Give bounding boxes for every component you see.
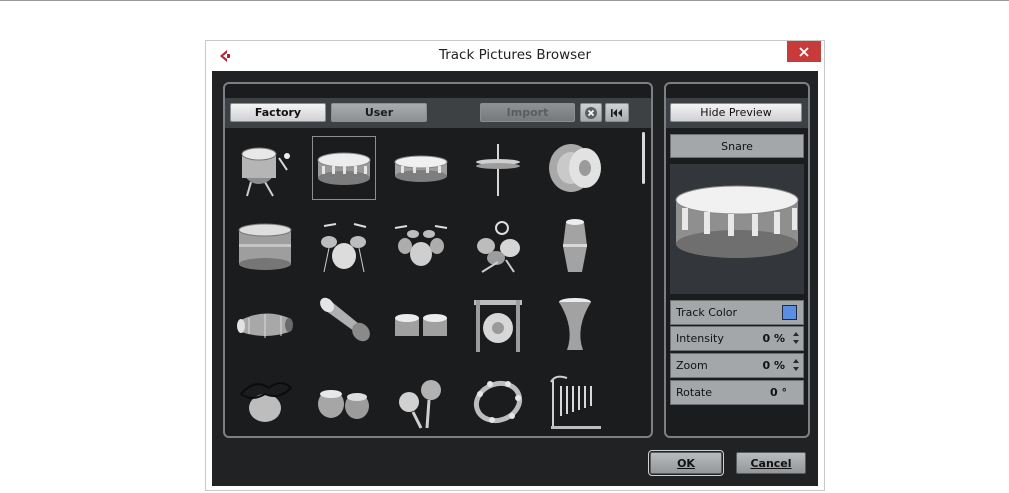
- picture-item[interactable]: [543, 214, 607, 278]
- zoom-value[interactable]: 0 %: [762, 359, 785, 372]
- zoom-row[interactable]: Zoom 0 %: [670, 353, 804, 378]
- large-drum-kit-icon: [394, 225, 448, 266]
- grid-scrollbar-thumb[interactable]: [642, 132, 645, 184]
- picture-item[interactable]: [389, 292, 453, 356]
- intensity-value[interactable]: 0 %: [762, 332, 785, 345]
- gong-icon: [474, 300, 522, 352]
- picture-item[interactable]: [543, 136, 607, 200]
- electronic-kit-icon: [477, 221, 520, 273]
- preview-image: [670, 164, 804, 294]
- track-color-swatch[interactable]: [782, 305, 797, 320]
- preview-panel: Hide Preview Snare Track Color Intensity…: [664, 82, 810, 438]
- title-bar: Track Pictures Browser: [206, 41, 824, 71]
- maracas-icon: [399, 380, 441, 429]
- tabla-drum-icon: [237, 313, 293, 338]
- close-icon: [799, 46, 809, 57]
- preview-toolbar: Hide Preview: [666, 98, 808, 128]
- zoom-spin-icon[interactable]: [792, 357, 800, 373]
- ok-button[interactable]: OK: [648, 450, 724, 476]
- picture-item[interactable]: [389, 136, 453, 200]
- cymbal-icon: [549, 144, 601, 192]
- zoom-label: Zoom: [676, 359, 708, 372]
- tabla-pair-icon: [318, 390, 369, 419]
- picture-item[interactable]: [312, 136, 376, 200]
- snare-drum-icon: [317, 152, 371, 185]
- chimes-icon: [550, 375, 601, 429]
- skip-to-start-icon: [611, 108, 622, 117]
- picture-item[interactable]: [312, 214, 376, 278]
- picture-item[interactable]: [233, 292, 297, 356]
- dialog-window: Track Pictures Browser Factory User Impo…: [205, 40, 825, 491]
- picture-item[interactable]: [466, 214, 530, 278]
- track-color-row[interactable]: Track Color: [670, 300, 804, 325]
- window-title: Track Pictures Browser: [438, 47, 592, 63]
- picture-item[interactable]: [312, 370, 376, 434]
- top-divider: [0, 0, 1009, 1]
- hide-preview-button[interactable]: Hide Preview: [670, 103, 802, 122]
- browser-toolbar: Factory User Import: [225, 98, 651, 128]
- track-color-label: Track Color: [676, 306, 737, 319]
- intensity-label: Intensity: [676, 332, 724, 345]
- picture-item[interactable]: [233, 214, 297, 278]
- conga-icon: [563, 219, 587, 272]
- bongos-icon: [395, 314, 447, 336]
- delete-icon: [585, 106, 597, 119]
- intensity-row[interactable]: Intensity 0 %: [670, 326, 804, 351]
- djembe-icon: [559, 298, 591, 350]
- picture-item[interactable]: [233, 136, 297, 200]
- picture-item[interactable]: [466, 370, 530, 434]
- picture-grid: [233, 136, 633, 432]
- drum-kit-icon: [321, 223, 367, 273]
- delete-button[interactable]: [580, 103, 602, 122]
- picture-item[interactable]: [312, 292, 376, 356]
- snare-drum-preview-icon: [675, 185, 799, 258]
- picture-item[interactable]: [233, 370, 297, 434]
- rotate-row[interactable]: Rotate 0 °: [670, 380, 804, 405]
- close-button[interactable]: [787, 41, 821, 62]
- tom-drum-icon: [241, 147, 290, 197]
- factory-tab[interactable]: Factory: [230, 103, 326, 122]
- picture-item[interactable]: [543, 292, 607, 356]
- tambourine-icon: [473, 380, 523, 424]
- rotate-label: Rotate: [676, 386, 713, 399]
- picture-item[interactable]: [543, 370, 607, 434]
- hi-hat-icon: [476, 144, 520, 196]
- bass-drum-icon: [238, 223, 292, 270]
- import-button[interactable]: Import: [480, 103, 575, 122]
- piccolo-snare-icon: [394, 155, 448, 182]
- rotate-value[interactable]: 0 °: [770, 386, 787, 399]
- intensity-spin-icon[interactable]: [792, 330, 800, 346]
- shaker-icon: [239, 382, 293, 422]
- preview-picture-name: Snare: [670, 134, 804, 158]
- user-tab[interactable]: User: [331, 103, 427, 122]
- dialog-client: Factory User Import Hide Preview Snare T…: [212, 71, 818, 486]
- picture-item[interactable]: [389, 370, 453, 434]
- reset-button[interactable]: [605, 103, 629, 122]
- picture-item[interactable]: [466, 292, 530, 356]
- picture-item[interactable]: [466, 136, 530, 200]
- picture-item[interactable]: [389, 214, 453, 278]
- cancel-button[interactable]: Cancel: [736, 452, 806, 474]
- picture-browser-panel: Factory User Import: [223, 82, 653, 438]
- dhol-drum-icon: [320, 297, 370, 342]
